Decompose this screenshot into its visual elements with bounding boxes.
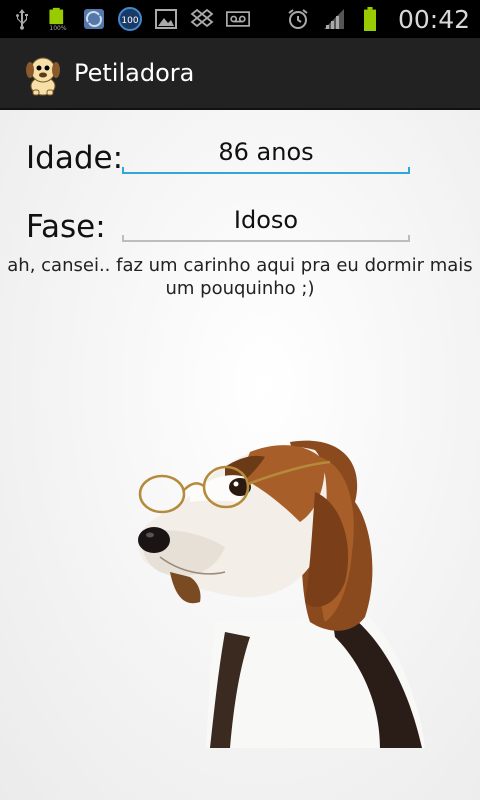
clock: 00:42: [397, 4, 470, 34]
svg-text:100: 100: [121, 16, 138, 26]
system-icons: 00:42: [286, 5, 470, 34]
alarm-icon: [288, 9, 308, 29]
phase-field-underline: [122, 235, 410, 242]
action-bar: Petiladora: [0, 38, 480, 110]
phase-label: Fase:: [26, 209, 106, 245]
age-field-underline: [122, 167, 410, 174]
signal-icon: [323, 9, 344, 29]
app-title: Petiladora: [74, 59, 195, 87]
notification-icons: 100% 100: [10, 7, 250, 31]
main-content: Idade: 86 anos Fase: Idoso ah, cansei.. …: [0, 110, 480, 800]
dropbox-icon: [190, 8, 214, 28]
age-label: Idade:: [26, 140, 124, 176]
image-icon: [155, 9, 177, 29]
battery-icon: [363, 7, 376, 31]
battery-100-icon: 100%: [47, 7, 69, 31]
phase-value: Idoso: [233, 206, 299, 234]
svg-text:100%: 100%: [49, 25, 66, 31]
phase-field[interactable]: Idoso: [122, 206, 410, 242]
status-bar: 100% 100 00:42: [0, 0, 480, 38]
sync-100-icon: 100: [118, 7, 142, 31]
voicemail-icon: [226, 11, 250, 27]
age-field[interactable]: 86 anos: [122, 138, 410, 174]
dog-logo-icon[interactable]: [20, 50, 66, 96]
dog-image[interactable]: [130, 432, 430, 748]
usb-icon: [16, 9, 28, 30]
sync-icon: [84, 9, 104, 29]
age-value: 86 anos: [218, 138, 314, 166]
dog-message: ah, cansei.. faz um carinho aqui pra eu …: [7, 255, 473, 299]
